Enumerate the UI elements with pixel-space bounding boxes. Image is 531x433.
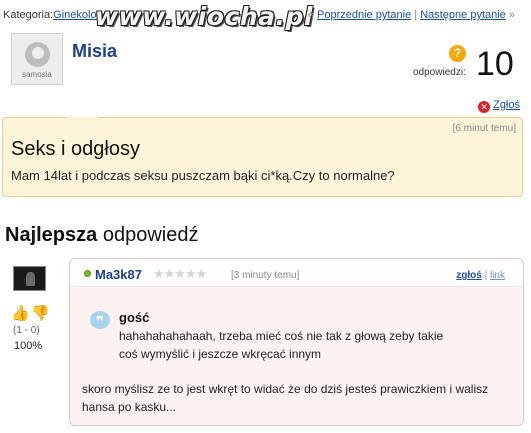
question-box: [6 minut temu] Seks i odgłosy Mam 14lat … bbox=[2, 117, 523, 197]
thumbs-up-icon[interactable]: 👍 bbox=[11, 304, 30, 322]
answer-text: skoro myślisz ze to jest wkręt to widać … bbox=[82, 382, 489, 414]
answers-question-icon: ? bbox=[449, 45, 466, 62]
report-link[interactable]: Zgłoś bbox=[493, 99, 520, 111]
next-arrow-icon: » bbox=[508, 9, 515, 21]
report-question[interactable]: ✕ Zgłoś bbox=[478, 99, 520, 113]
answer-time: [3 minuty temu] bbox=[231, 270, 300, 281]
nav-separator: | bbox=[414, 9, 418, 21]
avatar-brand: samosia bbox=[22, 70, 52, 79]
answer-report-link[interactable]: zgłoś bbox=[456, 270, 482, 281]
question-nav: « Poprzednie pytanie | Następne pytanie … bbox=[308, 9, 515, 21]
quote-author: gość bbox=[119, 310, 150, 325]
answer-username[interactable]: Ma3k87 bbox=[95, 267, 142, 282]
prev-question-link[interactable]: Poprzednie pytanie bbox=[317, 9, 411, 21]
top-bar: Kategoria:Ginekolog www.wiocha.pl « Popr… bbox=[0, 0, 531, 31]
asker-avatar[interactable]: samosia bbox=[11, 33, 63, 85]
category-breadcrumb: Kategoria:Ginekolog bbox=[3, 9, 103, 21]
best-answer-box: Ma3k87 ★★★★★ [3 minuty temu] zgłoś | lin… bbox=[69, 258, 524, 426]
answerer-silhouette bbox=[26, 272, 35, 286]
next-question-link[interactable]: Następne pytanie bbox=[420, 9, 506, 21]
vote-percent: 100% bbox=[14, 340, 43, 352]
tail-join bbox=[67, 117, 99, 119]
rating-stars: ★★★★★ bbox=[153, 266, 207, 281]
answers-count: 10 bbox=[476, 45, 514, 83]
question-time: [6 minut temu] bbox=[452, 123, 516, 134]
asker-username[interactable]: Misia bbox=[72, 41, 117, 62]
answerer-avatar[interactable] bbox=[13, 266, 46, 291]
question-title: Seks i odgłosy bbox=[11, 138, 140, 160]
quote-text: hahahahahahaah, trzeba mieć coś nie tak … bbox=[119, 329, 444, 361]
answer-links-separator: | bbox=[484, 270, 488, 281]
thumbs-down-icon[interactable]: 👎 bbox=[31, 304, 50, 322]
report-close-icon: ✕ bbox=[478, 101, 491, 113]
question-body: Mam 14lat i podczas seksu puszczam bąki … bbox=[11, 168, 395, 183]
category-label: Kategoria: bbox=[3, 9, 54, 21]
answer-links: zgłoś | link bbox=[456, 270, 505, 281]
watermark-logo: www.wiocha.pl bbox=[95, 2, 313, 31]
online-status-icon bbox=[84, 270, 91, 277]
answer-header: Ma3k87 ★★★★★ [3 minuty temu] zgłoś | lin… bbox=[70, 259, 523, 287]
answer-permalink[interactable]: link bbox=[490, 270, 505, 281]
answers-label: odpowiedzi: bbox=[413, 67, 466, 78]
quote-icon: ❞ bbox=[90, 311, 110, 329]
best-answer-heading-bold: Najlepsza bbox=[5, 224, 98, 246]
prev-arrow-icon: « bbox=[307, 9, 314, 21]
vote-count: (1 - 0) bbox=[13, 325, 40, 336]
best-answer-heading-rest: odpowiedź bbox=[102, 224, 199, 246]
best-answer-heading: Najlepsza odpowiedź bbox=[5, 224, 198, 247]
avatar-placeholder-hole bbox=[32, 47, 44, 59]
